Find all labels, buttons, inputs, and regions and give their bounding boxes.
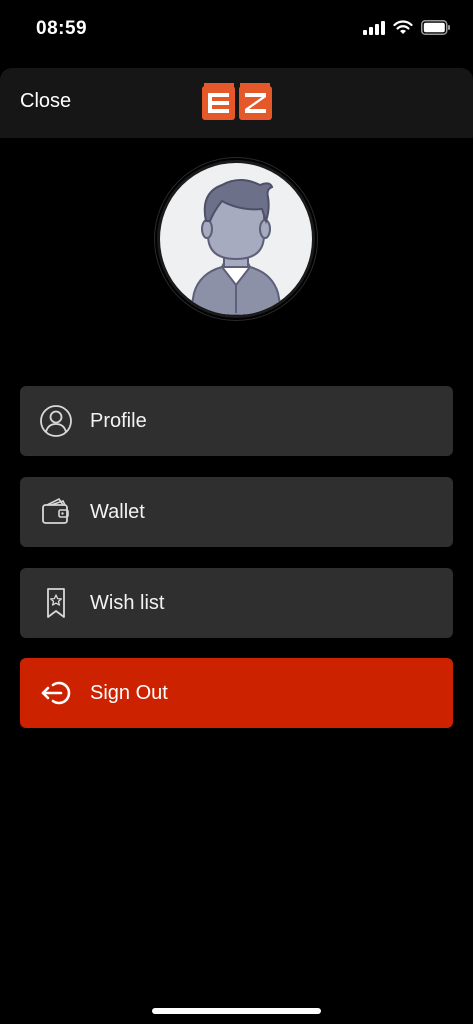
menu-item-profile[interactable]: Profile <box>20 386 453 456</box>
home-indicator[interactable] <box>152 1008 321 1014</box>
logo-tab-right <box>240 83 270 87</box>
avatar[interactable] <box>157 160 315 318</box>
ez-logo <box>202 83 272 120</box>
menu-item-label: Profile <box>90 409 147 432</box>
menu-item-wish-list[interactable]: Wish list <box>20 568 453 638</box>
menu-item-label: Wish list <box>90 591 165 614</box>
status-time: 08:59 <box>36 18 88 39</box>
menu-item-label: Wallet <box>90 500 145 523</box>
user-circle-icon <box>38 403 74 439</box>
cellular-signal-icon <box>363 20 385 35</box>
wallet-icon <box>38 494 74 530</box>
wifi-icon <box>393 20 413 34</box>
sign-out-icon <box>38 675 74 711</box>
logo-mark <box>202 86 272 120</box>
menu-item-label: Sign Out <box>90 681 168 704</box>
close-button[interactable]: Close <box>20 90 71 113</box>
status-bar: 08:59 <box>0 0 473 60</box>
logo-tab-left <box>204 83 234 87</box>
user-avatar-icon <box>188 179 284 315</box>
battery-icon <box>421 20 450 35</box>
menu-item-wallet[interactable]: Wallet <box>20 477 453 547</box>
header-bar: Close <box>0 68 473 138</box>
bookmark-star-icon <box>38 585 74 621</box>
status-icons <box>363 20 451 35</box>
menu-item-sign-out[interactable]: Sign Out <box>20 658 453 728</box>
